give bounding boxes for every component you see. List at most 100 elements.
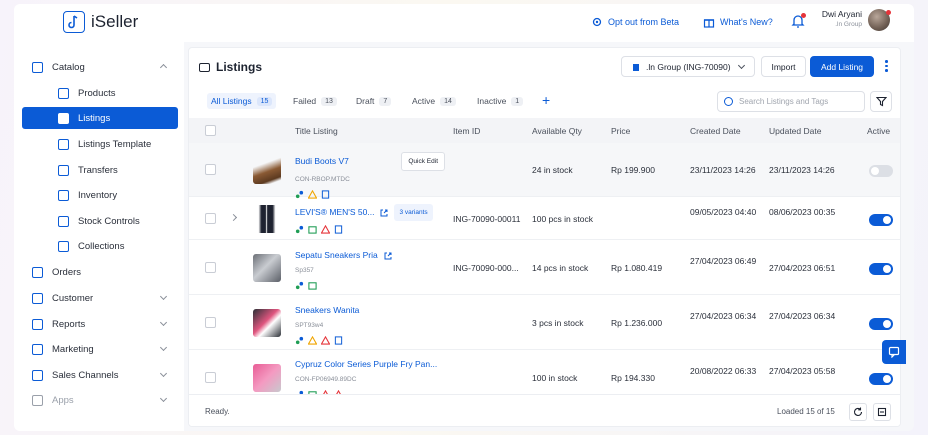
table-row[interactable]: LEVI'S® MEN'S 50... 3 variants ING-70090… [189, 198, 900, 240]
active-toggle[interactable] [869, 214, 893, 226]
col-updated-date[interactable]: Updated Date [769, 126, 821, 136]
more-options-icon[interactable] [885, 60, 888, 74]
export-button[interactable] [873, 403, 891, 421]
whats-new-label: What's New? [720, 17, 773, 27]
row-checkbox[interactable] [205, 372, 216, 383]
catalog-icon [32, 61, 43, 73]
external-link-icon[interactable] [380, 209, 388, 217]
sidebar-item-sales-channels[interactable]: Sales Channels [22, 364, 178, 386]
status-icons [295, 225, 445, 234]
refresh-button[interactable] [849, 403, 867, 421]
table-footer: Ready. Loaded 15 of 15 [189, 394, 900, 426]
sidebar-item-customer[interactable]: Customer [22, 287, 178, 309]
sidebar-item-label: Listings Template [78, 138, 152, 150]
store-select[interactable]: .ln Group (ING-70090) [621, 56, 755, 77]
created-date-cell: 20/08/2022 06:33 [690, 366, 757, 376]
sidebar-item-marketing[interactable]: Marketing [22, 338, 178, 360]
table-row[interactable]: Budi Boots V7 Quick Edit CON-RBOP.MTDC 2… [189, 143, 900, 199]
loaded-count: Loaded 15 of 15 [777, 407, 835, 416]
export-icon [877, 407, 887, 417]
whats-new-link[interactable]: What's New? [703, 16, 773, 28]
active-toggle[interactable] [869, 373, 893, 385]
sidebar-item-label: Transfers [78, 164, 118, 176]
table-row[interactable]: Sepatu Sneakers Pria Sp357 ING-70090-000… [189, 241, 900, 295]
add-listing-button[interactable]: Add Listing [810, 56, 874, 77]
channel-icon [295, 281, 304, 290]
tab-draft[interactable]: Draft 7 [356, 93, 392, 109]
sidebar-item-inventory[interactable]: Inventory [22, 184, 178, 206]
sidebar-item-stock-controls[interactable]: Stock Controls [22, 210, 178, 232]
gift-icon [703, 19, 715, 28]
avatar-status-dot [886, 10, 891, 15]
tab-label: Draft [356, 96, 375, 106]
tab-all-listings[interactable]: All Listings 15 [207, 93, 277, 109]
col-item-id[interactable]: Item ID [453, 126, 480, 136]
apps-icon [32, 394, 43, 406]
listing-title-link[interactable]: Sepatu Sneakers Pria [295, 249, 378, 262]
chevron-down-icon [159, 343, 168, 352]
iseller-logo[interactable]: iSeller [63, 11, 138, 33]
tab-active[interactable]: Active 14 [412, 93, 456, 109]
col-active[interactable]: Active [867, 126, 890, 136]
created-date-cell: 23/11/2023 14:26 [690, 165, 756, 175]
filter-button[interactable] [870, 91, 892, 112]
active-toggle[interactable] [869, 318, 893, 330]
row-checkbox[interactable] [205, 262, 216, 273]
sidebar-item-transfers[interactable]: Transfers [22, 159, 178, 181]
document-icon [334, 336, 343, 345]
sidebar-item-orders[interactable]: Orders [22, 261, 178, 283]
listings-template-icon [58, 138, 69, 150]
col-title-listing[interactable]: Title Listing [295, 126, 338, 136]
chevron-down-icon [159, 369, 168, 378]
sidebar-item-label: Customer [52, 292, 94, 304]
row-checkbox[interactable] [205, 164, 216, 175]
import-button[interactable]: Import [761, 56, 806, 77]
tab-failed[interactable]: Failed 13 [293, 93, 337, 109]
col-price[interactable]: Price [611, 126, 630, 136]
active-toggle[interactable] [869, 263, 893, 275]
notification-bell-icon[interactable] [791, 13, 806, 29]
listing-title-link[interactable]: Cypruz Color Series Purple Fry Pan... [295, 358, 455, 371]
row-checkbox[interactable] [205, 317, 216, 328]
col-available-qty[interactable]: Available Qty [532, 126, 582, 136]
opt-out-beta-link[interactable]: Opt out from Beta [591, 16, 679, 28]
quick-edit-button[interactable]: Quick Edit [401, 152, 445, 171]
row-checkbox[interactable] [205, 213, 216, 224]
user-info[interactable]: Dwi Aryani .ln Group [804, 9, 862, 28]
page-title-text: Listings [216, 60, 263, 74]
sidebar-item-label: Collections [78, 240, 125, 252]
listing-title-link[interactable]: Budi Boots V7 [295, 155, 349, 168]
sidebar-item-products[interactable]: Products [22, 82, 178, 104]
tab-label: Active [412, 96, 436, 106]
select-all-checkbox[interactable] [205, 125, 216, 136]
sidebar-item-reports[interactable]: Reports [22, 313, 178, 335]
search-input[interactable]: Search Listings and Tags [717, 91, 865, 112]
inventory-icon [58, 189, 69, 201]
table-row[interactable]: Sneakers Wanita SPT93w4 3 pcs in stock R… [189, 296, 900, 350]
error-icon [321, 225, 330, 234]
sidebar-item-label: Marketing [52, 343, 94, 355]
sidebar-item-collections[interactable]: Collections [22, 235, 178, 257]
table-row[interactable]: Cypruz Color Series Purple Fry Pan... CO… [189, 351, 900, 399]
add-tab-button[interactable]: + [542, 92, 550, 108]
user-org: .ln Group [835, 21, 862, 28]
col-created-date[interactable]: Created Date [690, 126, 741, 136]
chat-support-button[interactable] [882, 340, 906, 364]
sidebar-item-listings[interactable]: Listings [22, 107, 178, 129]
gear-icon [592, 17, 602, 27]
channel-icon [295, 336, 304, 345]
qty-cell: 3 pcs in stock [532, 318, 584, 328]
product-thumbnail [253, 309, 281, 337]
listing-title-link[interactable]: Sneakers Wanita [295, 304, 445, 317]
sidebar-item-apps[interactable]: Apps [22, 389, 178, 411]
listing-title-link[interactable]: LEVI'S® MEN'S 50... [295, 206, 374, 219]
sidebar-item-label: Reports [52, 318, 86, 330]
active-toggle[interactable] [869, 165, 893, 177]
expand-chevron-icon[interactable] [229, 213, 238, 222]
listings-icon [58, 112, 69, 124]
filter-icon [875, 96, 887, 107]
external-link-icon[interactable] [384, 252, 392, 260]
tab-inactive[interactable]: Inactive 1 [477, 93, 524, 109]
sidebar-item-listings-template[interactable]: Listings Template [22, 133, 178, 155]
sidebar-item-catalog[interactable]: Catalog [22, 56, 178, 78]
